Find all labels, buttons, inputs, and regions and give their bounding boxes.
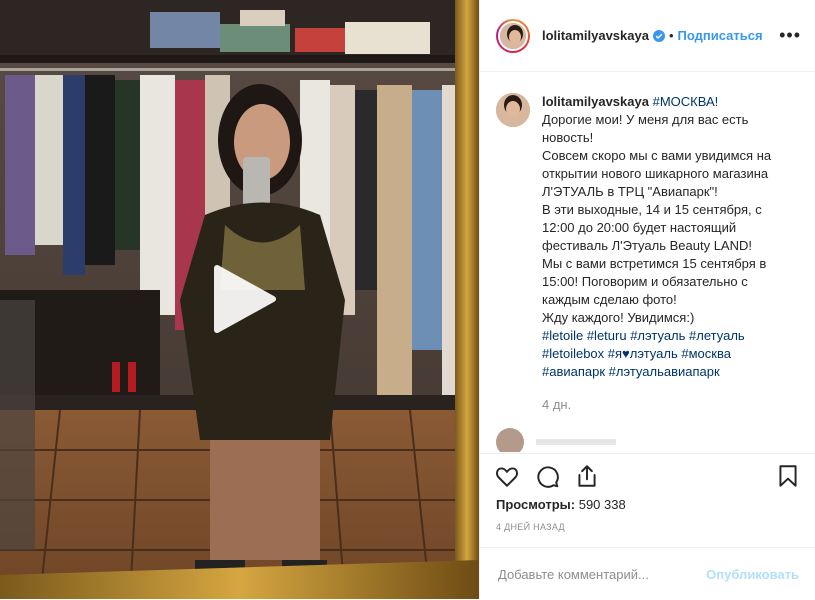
comment-input[interactable] xyxy=(496,565,699,583)
post-date[interactable]: 4 ДНЕЙ НАЗАД xyxy=(496,522,565,532)
next-comment-peek xyxy=(496,428,799,452)
caption-avatar[interactable] xyxy=(496,93,530,127)
author-username[interactable]: lolitamilyavskaya xyxy=(542,28,649,43)
post-header: lolitamilyavskaya • Подписаться ••• xyxy=(480,0,815,72)
comments-area[interactable]: lolitamilyavskaya #МОСКВА! Дорогие мои! … xyxy=(480,73,815,452)
heart-icon[interactable] xyxy=(494,463,520,489)
hashtag-link[interactable]: #авиапарк xyxy=(542,364,605,379)
hashtag-link[interactable]: #лэтуаль xyxy=(630,328,685,343)
comment-icon[interactable] xyxy=(534,463,560,489)
hashtag-link[interactable]: #letoilebox xyxy=(542,346,604,361)
hashtag-link[interactable]: #я♥лэтуаль xyxy=(608,346,678,361)
commenter-avatar[interactable] xyxy=(496,428,524,452)
caption: lolitamilyavskaya #МОСКВА! Дорогие мои! … xyxy=(496,93,799,414)
hashtag-link[interactable]: #leturu xyxy=(587,328,627,343)
caption-line: Дорогие мои! У меня для вас есть новость… xyxy=(542,112,749,145)
separator-dot: • xyxy=(668,28,674,43)
bookmark-icon[interactable] xyxy=(775,463,801,489)
hashtag-link[interactable]: #МОСКВА! xyxy=(653,94,719,109)
action-bar xyxy=(480,453,815,498)
verified-badge-icon xyxy=(652,29,665,42)
author-avatar-image xyxy=(498,20,528,51)
views-count: Просмотры: 590 338 xyxy=(496,497,626,512)
caption-line: В эти выходные, 14 и 15 сентября, с 12:0… xyxy=(542,202,762,253)
play-icon xyxy=(214,265,276,333)
post-video[interactable] xyxy=(0,0,479,599)
share-icon[interactable] xyxy=(574,463,600,489)
comment-placeholder-line xyxy=(536,439,616,445)
add-comment-form: Опубликовать xyxy=(480,547,815,600)
caption-time[interactable]: 4 дн. xyxy=(542,396,792,414)
more-options-icon[interactable]: ••• xyxy=(779,25,801,46)
caption-line: Жду каждого! Увидимся:) xyxy=(542,310,695,325)
hashtag-link[interactable]: #москва xyxy=(681,346,731,361)
hashtag-link[interactable]: #лэтуальавиапарк xyxy=(609,364,720,379)
views-value: 590 338 xyxy=(578,497,626,512)
author-avatar[interactable] xyxy=(496,18,530,53)
caption-username[interactable]: lolitamilyavskaya xyxy=(542,94,649,109)
views-label: Просмотры: xyxy=(496,497,576,512)
caption-line: Совсем скоро мы с вами увидимся на откры… xyxy=(542,148,772,199)
publish-button[interactable]: Опубликовать xyxy=(706,567,799,582)
post-sidebar: lolitamilyavskaya • Подписаться ••• loli… xyxy=(479,0,815,599)
play-button[interactable] xyxy=(205,262,279,336)
hashtag-link[interactable]: #letoile xyxy=(542,328,583,343)
follow-button[interactable]: Подписаться xyxy=(678,28,763,43)
caption-line: Мы с вами встретимся 15 сентября в 15:00… xyxy=(542,256,767,307)
caption-text: lolitamilyavskaya #МОСКВА! Дорогие мои! … xyxy=(542,93,792,414)
hashtag-link[interactable]: #летуаль xyxy=(689,328,745,343)
